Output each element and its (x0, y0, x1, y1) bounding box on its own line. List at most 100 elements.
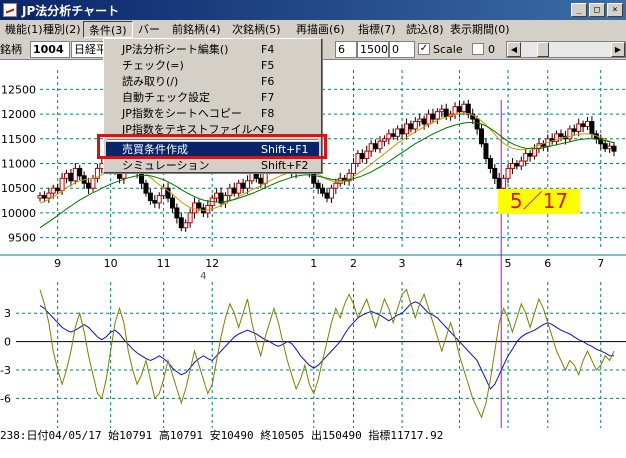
candle-body (355, 153, 361, 165)
candle-body (68, 172, 74, 182)
menu-option-0[interactable]: JP法分析シート編集() F4 (106, 42, 319, 58)
candle-body (576, 123, 582, 132)
title-bar: JP法分析チャート _ □ × (0, 0, 626, 20)
param-field-2[interactable]: 1500 (357, 41, 389, 58)
menu-option-label: JP指数をシートへコピー (122, 107, 242, 120)
menu-option-2[interactable]: 読み取り(/) F6 (106, 74, 319, 90)
candle-body (147, 192, 153, 202)
menu-option-shortcut: Shift+F2 (261, 159, 309, 172)
candle-body (461, 103, 467, 113)
candle-body (399, 128, 405, 135)
candle-body (240, 182, 246, 189)
highlight-box (97, 134, 327, 159)
app-chart-icon (3, 3, 17, 17)
candle-body (395, 128, 401, 137)
candle-body (245, 180, 251, 189)
menu-bar: 機能(1) 種別(2) 条件(3) バー 前銘柄(4) 次銘柄(5) 再描画(6) 指標(7)… (0, 20, 626, 39)
candle-body (368, 143, 374, 152)
candle-body (59, 177, 65, 192)
osc-tick-label: -3 (0, 364, 11, 377)
candle-body (611, 145, 617, 152)
menu-item-8[interactable]: 読込(8) (401, 21, 445, 38)
scroll-thumb[interactable] (537, 42, 549, 57)
menu-item-4[interactable]: 前銘柄(4) (167, 21, 227, 38)
month-tick-label: 11 (157, 257, 171, 270)
candle-body (249, 172, 255, 182)
menu-option-shortcut: F6 (261, 75, 275, 88)
month-tick-label: 2 (350, 257, 357, 270)
candle-body (607, 145, 613, 150)
menu-option-1[interactable]: チェック(=) F5 (106, 58, 319, 74)
maximize-button[interactable]: □ (589, 3, 605, 17)
candle-body (183, 222, 189, 229)
zero-checkbox[interactable] (472, 43, 484, 55)
status-bar: 238:日付04/05/17 始10791 高10791 安10490 終105… (0, 429, 444, 442)
month-tick-label: 10 (104, 257, 118, 270)
candle-body (496, 177, 502, 189)
candle-body (328, 187, 334, 199)
close-button[interactable]: × (607, 3, 623, 17)
month-tick-label: 4 (456, 257, 463, 270)
candle-body (381, 138, 387, 142)
candle-body (143, 182, 149, 194)
stock-code-input[interactable]: 1004 (30, 41, 70, 58)
candle-body (231, 187, 237, 194)
candle-body (580, 123, 586, 127)
menu-option-label: 自動チェック設定 (122, 91, 210, 104)
candle-body (487, 158, 493, 169)
menu-option-shortcut: F4 (261, 43, 275, 56)
candle-body (320, 187, 326, 194)
scale-checkbox[interactable]: ✓ (418, 43, 430, 55)
candle-body (77, 167, 83, 177)
menu-option-shortcut: F7 (261, 91, 275, 104)
price-tick-label: 11000 (1, 158, 36, 171)
candle-body (456, 106, 462, 113)
candle-body (86, 182, 92, 189)
brand-label: 銘柄 (0, 43, 22, 56)
candle-body (567, 128, 573, 140)
candle-body (63, 172, 69, 179)
param-field-1[interactable]: 6 (335, 41, 357, 58)
menu-item-1[interactable]: 種別(2) (38, 21, 83, 38)
candle-body (169, 197, 175, 209)
candle-body (373, 143, 379, 150)
candle-body (258, 177, 264, 184)
candle-body (41, 195, 47, 199)
year-label: 4 (200, 271, 206, 282)
candle-body (390, 133, 396, 137)
param-field-3[interactable]: 0 (389, 41, 415, 58)
menu-option-shortcut: F8 (261, 107, 275, 120)
candle-body (417, 118, 423, 123)
candle-body (253, 172, 259, 179)
menu-option-3[interactable]: 自動チェック設定 F7 (106, 90, 319, 106)
candle-body (227, 187, 233, 197)
scroll-left-icon[interactable]: ◀ (507, 42, 521, 57)
menu-option-label: チェック(=) (122, 59, 184, 72)
candle-body (505, 167, 511, 179)
menu-item-5[interactable]: 次銘柄(5) (227, 21, 291, 38)
menu-item-0[interactable]: 機能(1) (0, 21, 43, 38)
candle-body (174, 207, 180, 219)
candle-body (421, 118, 427, 125)
candle-body (514, 163, 520, 167)
menu-item-2[interactable]: 条件(3) (83, 21, 133, 38)
menu-item-7[interactable]: 指標(7) (353, 21, 401, 38)
menu-item-6[interactable]: 再描画(6) (291, 21, 353, 38)
window-controls: _ □ × (571, 3, 623, 17)
candle-body (236, 182, 242, 194)
date-annotation: 5／17 (498, 189, 580, 214)
menu-option-label: JP法分析シート編集() (122, 43, 229, 56)
scroll-right-icon[interactable]: ▶ (611, 42, 625, 57)
menu-option-label: 読み取り(/) (122, 75, 179, 88)
menu-item-3[interactable]: バー (133, 21, 167, 38)
period-scrollbar[interactable]: ◀ ▶ (506, 41, 626, 58)
candle-body (558, 133, 564, 137)
candle-body (161, 187, 167, 197)
scale-label: Scale (433, 43, 463, 56)
menu-item-9[interactable]: 表示期間(0) (445, 21, 515, 38)
minimize-button[interactable]: _ (571, 3, 587, 17)
candle-body (46, 192, 52, 199)
candle-body (196, 202, 202, 209)
menu-option-7[interactable]: シミュレーション Shift+F2 (106, 158, 319, 174)
menu-option-4[interactable]: JP指数をシートへコピー F8 (106, 106, 319, 122)
